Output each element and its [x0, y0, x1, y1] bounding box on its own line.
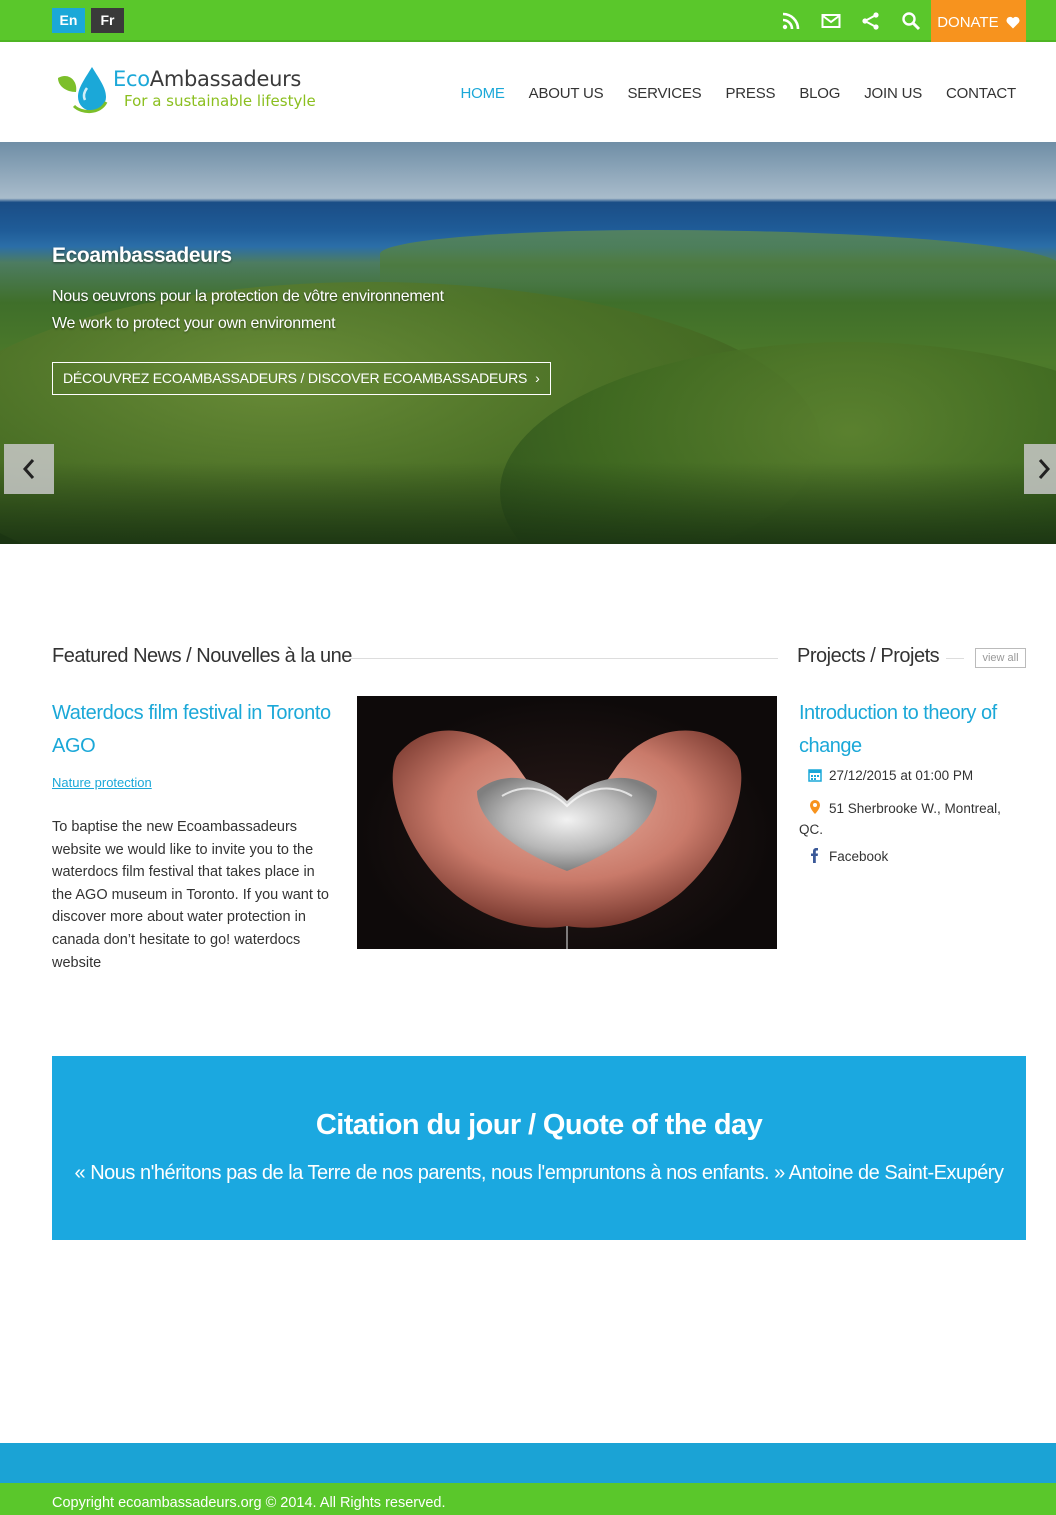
nav-home[interactable]: HOME	[460, 85, 504, 102]
project-facebook-link[interactable]: Facebook	[807, 847, 888, 864]
footer: Copyright ecoambassadeurs.org © 2014. Al…	[0, 1483, 1056, 1515]
hero-text-fr: Nous oeuvrons pour la protection de vôtr…	[52, 288, 444, 305]
language-en-button[interactable]: En	[52, 8, 85, 33]
site-header: EcoAmbassadeurs For a sustainable lifest…	[0, 42, 1056, 142]
news-category-link[interactable]: Nature protection	[52, 775, 152, 790]
quote-of-the-day: Citation du jour / Quote of the day « No…	[52, 1056, 1026, 1240]
project-date-text: 27/12/2015 at 01:00 PM	[829, 768, 974, 783]
project-address: 51 Sherbrooke W., Montreal,	[807, 797, 1022, 821]
top-bar: En Fr DONATE	[0, 0, 1056, 42]
logo-ambassadeurs: Ambassadeurs	[149, 67, 302, 91]
nav-blog[interactable]: BLOG	[799, 85, 840, 102]
view-all-button[interactable]: view all	[975, 648, 1026, 668]
project-address-line2: QC.	[799, 822, 824, 837]
water-drop-logo-icon	[58, 67, 108, 113]
slider-next-button[interactable]	[1024, 444, 1056, 494]
divider	[350, 658, 778, 659]
divider	[946, 658, 964, 659]
site-logo[interactable]: EcoAmbassadeurs For a sustainable lifest…	[54, 64, 316, 116]
share-icon[interactable]	[861, 11, 881, 31]
projects-heading: Projects / Projets	[797, 645, 940, 667]
chevron-left-icon	[22, 459, 35, 479]
project-address-line1: 51 Sherbrooke W., Montreal,	[829, 801, 1001, 816]
hero-text-en: We work to protect your own environment	[52, 315, 336, 332]
language-fr-button[interactable]: Fr	[91, 8, 124, 33]
logo-eco: Eco	[113, 67, 150, 91]
nav-contact[interactable]: CONTACT	[946, 85, 1016, 102]
main-nav: HOME ABOUT US SERVICES PRESS BLOG JOIN U…	[436, 85, 1016, 102]
discover-button-label: DÉCOUVREZ ECOAMBASSADEURS / DISCOVER ECO…	[63, 370, 528, 386]
project-facebook-text: Facebook	[829, 849, 889, 864]
facebook-icon	[811, 848, 818, 863]
featured-news-heading: Featured News / Nouvelles à la une	[52, 645, 352, 667]
calendar-icon	[808, 769, 822, 782]
search-icon[interactable]	[901, 11, 921, 31]
project-date: 27/12/2015 at 01:00 PM	[807, 768, 973, 783]
hands-water-heart-image	[392, 730, 742, 949]
rss-icon[interactable]	[781, 11, 801, 31]
discover-button[interactable]: DÉCOUVREZ ECOAMBASSADEURS / DISCOVER ECO…	[52, 362, 551, 395]
logo-title: EcoAmbassadeurs	[113, 67, 301, 91]
heart-icon	[1006, 16, 1020, 29]
chevron-right-icon	[1038, 459, 1051, 479]
map-pin-icon	[810, 800, 820, 814]
project-title-link[interactable]: Introduction to theory of change	[799, 697, 1019, 763]
footer-top-band	[0, 1443, 1056, 1483]
donate-button[interactable]: DONATE	[931, 0, 1026, 42]
quote-text: « Nous n'héritons pas de la Terre de nos…	[74, 1162, 1004, 1184]
news-image[interactable]	[357, 696, 777, 949]
nav-press[interactable]: PRESS	[725, 85, 775, 102]
hero-title: Ecoambassadeurs	[52, 244, 232, 267]
copyright-text: Copyright ecoambassadeurs.org © 2014. Al…	[52, 1495, 446, 1511]
nav-about-us[interactable]: ABOUT US	[529, 85, 604, 102]
slider-prev-button[interactable]	[4, 444, 54, 494]
nav-services[interactable]: SERVICES	[627, 85, 701, 102]
chevron-right-icon: ›	[535, 370, 540, 386]
news-title-link[interactable]: Waterdocs film festival in Toronto AGO	[52, 697, 342, 763]
logo-tagline: For a sustainable lifestyle	[124, 92, 316, 110]
quote-title: Citation du jour / Quote of the day	[315, 1109, 763, 1141]
news-excerpt: To baptise the new Ecoambassadeurs websi…	[52, 819, 329, 971]
hero-slider: Ecoambassadeurs Nous oeuvrons pour la pr…	[0, 142, 1056, 544]
mail-icon[interactable]	[821, 11, 841, 31]
donate-label: DONATE	[937, 14, 999, 31]
nav-join-us[interactable]: JOIN US	[864, 85, 922, 102]
